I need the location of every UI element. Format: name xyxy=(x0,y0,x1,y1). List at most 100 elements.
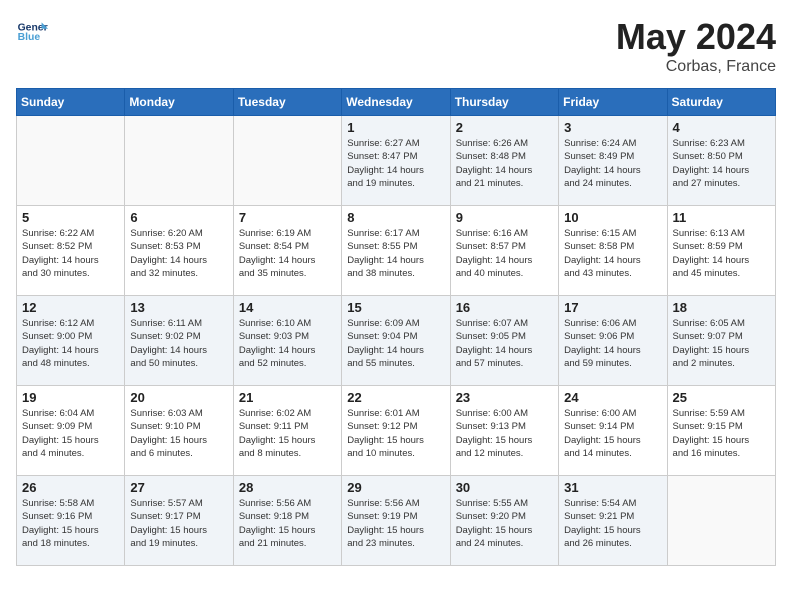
day-number: 7 xyxy=(239,210,336,225)
day-number: 29 xyxy=(347,480,444,495)
day-info: Sunrise: 6:11 AM Sunset: 9:02 PM Dayligh… xyxy=(130,317,227,370)
page-header: General Blue May 2024 Corbas, France xyxy=(16,16,776,76)
day-number: 20 xyxy=(130,390,227,405)
calendar-cell xyxy=(125,116,233,206)
day-info: Sunrise: 5:54 AM Sunset: 9:21 PM Dayligh… xyxy=(564,497,661,550)
day-info: Sunrise: 6:23 AM Sunset: 8:50 PM Dayligh… xyxy=(673,137,770,190)
calendar-cell: 6 Sunrise: 6:20 AM Sunset: 8:53 PM Daylig… xyxy=(125,206,233,296)
day-number: 5 xyxy=(22,210,119,225)
calendar-cell: 10 Sunrise: 6:15 AM Sunset: 8:58 PM Dayli… xyxy=(559,206,667,296)
calendar-cell: 19 Sunrise: 6:04 AM Sunset: 9:09 PM Dayli… xyxy=(17,386,125,476)
logo: General Blue xyxy=(16,16,48,48)
day-number: 16 xyxy=(456,300,553,315)
day-info: Sunrise: 6:06 AM Sunset: 9:06 PM Dayligh… xyxy=(564,317,661,370)
day-number: 19 xyxy=(22,390,119,405)
day-number: 23 xyxy=(456,390,553,405)
day-info: Sunrise: 6:07 AM Sunset: 9:05 PM Dayligh… xyxy=(456,317,553,370)
day-number: 17 xyxy=(564,300,661,315)
calendar-cell: 21Sunrise: 6:02 AM Sunset: 9:11 PM Dayli… xyxy=(233,386,341,476)
day-number: 26 xyxy=(22,480,119,495)
calendar-cell: 17 Sunrise: 6:06 AM Sunset: 9:06 PM Dayli… xyxy=(559,296,667,386)
day-number: 11 xyxy=(673,210,770,225)
day-number: 27 xyxy=(130,480,227,495)
calendar-cell xyxy=(17,116,125,206)
day-number: 3 xyxy=(564,120,661,135)
month-title: May 2024 xyxy=(616,16,776,58)
day-info: Sunrise: 6:04 AM Sunset: 9:09 PM Dayligh… xyxy=(22,407,119,460)
day-info: Sunrise: 6:00 AM Sunset: 9:14 PM Dayligh… xyxy=(564,407,661,460)
day-info: Sunrise: 6:17 AM Sunset: 8:55 PM Dayligh… xyxy=(347,227,444,280)
day-info: Sunrise: 6:01 AM Sunset: 9:12 PM Dayligh… xyxy=(347,407,444,460)
calendar-cell: 15 Sunrise: 6:09 AM Sunset: 9:04 PM Dayli… xyxy=(342,296,450,386)
day-number: 8 xyxy=(347,210,444,225)
day-info: Sunrise: 6:19 AM Sunset: 8:54 PM Dayligh… xyxy=(239,227,336,280)
calendar-cell: 12 Sunrise: 6:12 AM Sunset: 9:00 PM Dayli… xyxy=(17,296,125,386)
logo-icon: General Blue xyxy=(16,16,48,48)
calendar-cell: 20Sunrise: 6:03 AM Sunset: 9:10 PM Dayli… xyxy=(125,386,233,476)
calendar-cell: 18 Sunrise: 6:05 AM Sunset: 9:07 PM Dayli… xyxy=(667,296,775,386)
day-info: Sunrise: 6:27 AM Sunset: 8:47 PM Dayligh… xyxy=(347,137,444,190)
calendar-cell: 1 Sunrise: 6:27 AM Sunset: 8:47 PM Daylig… xyxy=(342,116,450,206)
day-info: Sunrise: 5:58 AM Sunset: 9:16 PM Dayligh… xyxy=(22,497,119,550)
location: Corbas, France xyxy=(616,58,776,76)
calendar-cell: 28 Sunrise: 5:56 AM Sunset: 9:18 PM Dayli… xyxy=(233,476,341,566)
weekday-thursday: Thursday xyxy=(450,89,558,116)
week-row-1: 1 Sunrise: 6:27 AM Sunset: 8:47 PM Daylig… xyxy=(17,116,776,206)
day-info: Sunrise: 6:26 AM Sunset: 8:48 PM Dayligh… xyxy=(456,137,553,190)
calendar-cell: 30 Sunrise: 5:55 AM Sunset: 9:20 PM Dayli… xyxy=(450,476,558,566)
day-info: Sunrise: 6:20 AM Sunset: 8:53 PM Dayligh… xyxy=(130,227,227,280)
day-number: 18 xyxy=(673,300,770,315)
day-number: 6 xyxy=(130,210,227,225)
day-info: Sunrise: 6:12 AM Sunset: 9:00 PM Dayligh… xyxy=(22,317,119,370)
week-row-3: 12 Sunrise: 6:12 AM Sunset: 9:00 PM Dayli… xyxy=(17,296,776,386)
day-number: 1 xyxy=(347,120,444,135)
day-info: Sunrise: 5:56 AM Sunset: 9:18 PM Dayligh… xyxy=(239,497,336,550)
day-number: 4 xyxy=(673,120,770,135)
day-number: 9 xyxy=(456,210,553,225)
day-info: Sunrise: 5:55 AM Sunset: 9:20 PM Dayligh… xyxy=(456,497,553,550)
day-number: 2 xyxy=(456,120,553,135)
calendar-cell: 27 Sunrise: 5:57 AM Sunset: 9:17 PM Dayli… xyxy=(125,476,233,566)
weekday-header-row: SundayMondayTuesdayWednesdayThursdayFrid… xyxy=(17,89,776,116)
day-info: Sunrise: 6:22 AM Sunset: 8:52 PM Dayligh… xyxy=(22,227,119,280)
calendar-cell: 22 Sunrise: 6:01 AM Sunset: 9:12 PM Dayli… xyxy=(342,386,450,476)
day-info: Sunrise: 6:16 AM Sunset: 8:57 PM Dayligh… xyxy=(456,227,553,280)
day-info: Sunrise: 6:13 AM Sunset: 8:59 PM Dayligh… xyxy=(673,227,770,280)
day-number: 31 xyxy=(564,480,661,495)
calendar-cell: 11 Sunrise: 6:13 AM Sunset: 8:59 PM Dayli… xyxy=(667,206,775,296)
weekday-saturday: Saturday xyxy=(667,89,775,116)
calendar-cell: 4 Sunrise: 6:23 AM Sunset: 8:50 PM Daylig… xyxy=(667,116,775,206)
calendar-cell: 5 Sunrise: 6:22 AM Sunset: 8:52 PM Daylig… xyxy=(17,206,125,296)
week-row-5: 26 Sunrise: 5:58 AM Sunset: 9:16 PM Dayli… xyxy=(17,476,776,566)
day-info: Sunrise: 6:09 AM Sunset: 9:04 PM Dayligh… xyxy=(347,317,444,370)
calendar-cell: 13 Sunrise: 6:11 AM Sunset: 9:02 PM Dayli… xyxy=(125,296,233,386)
calendar-cell: 29Sunrise: 5:56 AM Sunset: 9:19 PM Dayli… xyxy=(342,476,450,566)
svg-text:Blue: Blue xyxy=(18,32,41,43)
calendar-cell: 24 Sunrise: 6:00 AM Sunset: 9:14 PM Dayli… xyxy=(559,386,667,476)
day-info: Sunrise: 5:57 AM Sunset: 9:17 PM Dayligh… xyxy=(130,497,227,550)
calendar-cell: 16 Sunrise: 6:07 AM Sunset: 9:05 PM Dayli… xyxy=(450,296,558,386)
calendar-cell: 9 Sunrise: 6:16 AM Sunset: 8:57 PM Daylig… xyxy=(450,206,558,296)
calendar-cell xyxy=(667,476,775,566)
day-info: Sunrise: 6:02 AM Sunset: 9:11 PM Dayligh… xyxy=(239,407,336,460)
calendar-cell: 26 Sunrise: 5:58 AM Sunset: 9:16 PM Dayli… xyxy=(17,476,125,566)
calendar-cell: 23Sunrise: 6:00 AM Sunset: 9:13 PM Dayli… xyxy=(450,386,558,476)
title-block: May 2024 Corbas, France xyxy=(616,16,776,76)
day-info: Sunrise: 6:05 AM Sunset: 9:07 PM Dayligh… xyxy=(673,317,770,370)
day-number: 15 xyxy=(347,300,444,315)
day-number: 14 xyxy=(239,300,336,315)
day-number: 28 xyxy=(239,480,336,495)
day-number: 22 xyxy=(347,390,444,405)
calendar-table: SundayMondayTuesdayWednesdayThursdayFrid… xyxy=(16,88,776,566)
day-number: 25 xyxy=(673,390,770,405)
day-number: 10 xyxy=(564,210,661,225)
calendar-cell: 7 Sunrise: 6:19 AM Sunset: 8:54 PM Daylig… xyxy=(233,206,341,296)
day-number: 13 xyxy=(130,300,227,315)
day-info: Sunrise: 6:15 AM Sunset: 8:58 PM Dayligh… xyxy=(564,227,661,280)
calendar-cell: 8 Sunrise: 6:17 AM Sunset: 8:55 PM Daylig… xyxy=(342,206,450,296)
day-number: 30 xyxy=(456,480,553,495)
week-row-4: 19 Sunrise: 6:04 AM Sunset: 9:09 PM Dayli… xyxy=(17,386,776,476)
day-number: 24 xyxy=(564,390,661,405)
day-number: 12 xyxy=(22,300,119,315)
calendar-cell: 14Sunrise: 6:10 AM Sunset: 9:03 PM Dayli… xyxy=(233,296,341,386)
